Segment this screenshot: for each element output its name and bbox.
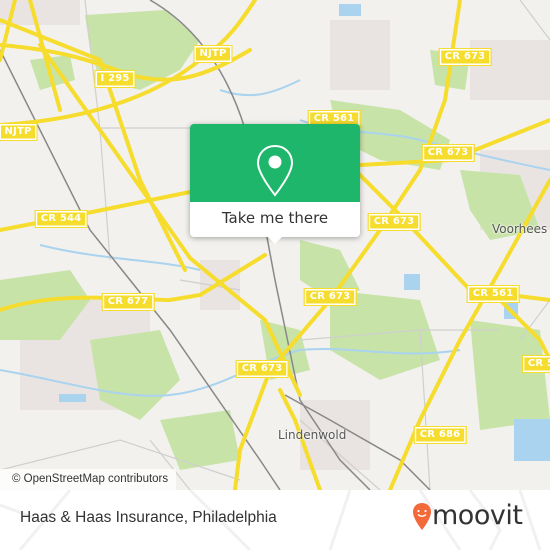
road-shield-njtp-top: NJTP xyxy=(193,45,233,63)
road-shield-cr673-top: CR 673 xyxy=(438,48,492,66)
place-label-voorhees: Voorhees xyxy=(492,222,548,236)
map-view[interactable]: NJTP I 295 NJTP CR 673 CR 561 CR 673 CR … xyxy=(0,0,550,490)
map-pin-icon xyxy=(256,144,294,197)
popup-pointer xyxy=(268,237,282,244)
popup-header xyxy=(190,124,360,202)
major-roads xyxy=(0,0,550,490)
road-shield-cr561-right: CR 561 xyxy=(466,285,520,303)
road-shield-cr673-low: CR 673 xyxy=(235,360,289,378)
road-shield-njtp-left: NJTP xyxy=(0,123,38,141)
road-shield-cr686: CR 686 xyxy=(413,426,467,444)
road-shield-i295: I 295 xyxy=(94,70,136,88)
location-popup[interactable]: Take me there xyxy=(190,124,360,244)
road-shield-cr677: CR 677 xyxy=(101,293,155,311)
place-label-lindenwold: Lindenwold xyxy=(278,428,347,442)
road-shield-cr673-right: CR 673 xyxy=(303,288,357,306)
road-shield-cr561-edge: CR 5 xyxy=(521,355,550,373)
minor-roads xyxy=(0,0,550,490)
moovit-wordmark: moovit xyxy=(432,500,523,531)
take-me-there-button[interactable]: Take me there xyxy=(190,202,360,237)
map-base-layer xyxy=(0,0,550,490)
footer-bar: Haas & Haas Insurance, Philadelphia moov… xyxy=(0,490,550,550)
moovit-pin-icon xyxy=(413,503,431,530)
place-name: Haas & Haas Insurance, Philadelphia xyxy=(20,509,277,526)
map-attribution[interactable]: © OpenStreetMap contributors xyxy=(0,469,177,490)
road-shield-cr673-center: CR 673 xyxy=(367,213,421,231)
road-shield-cr673-mid: CR 673 xyxy=(421,144,475,162)
road-shield-cr544: CR 544 xyxy=(34,210,88,228)
